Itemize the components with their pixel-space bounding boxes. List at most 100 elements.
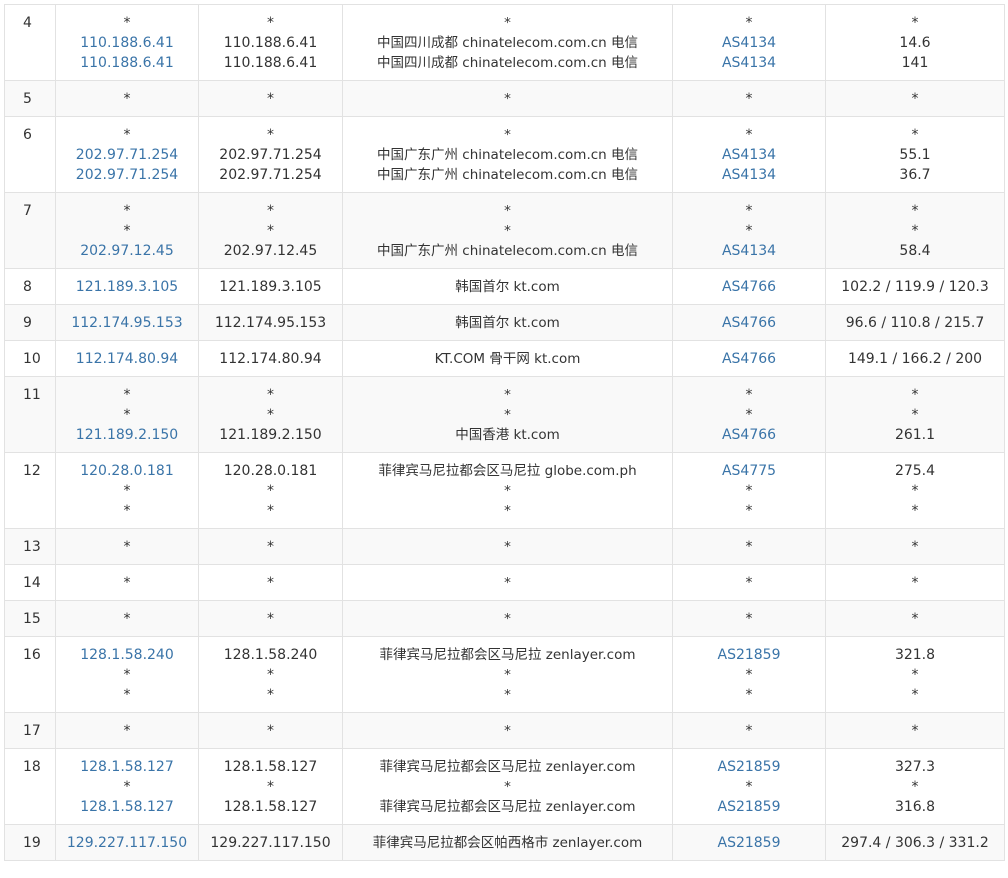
table-row: 6 * 202.97.71.254 202.97.71.254 * 202.97.71.2… (4, 116, 1005, 193)
timeout-marker: * (123, 667, 131, 683)
asn-cell: AS21859 * AS21859 (672, 748, 826, 825)
asn-link[interactable]: AS21859 (677, 757, 821, 777)
ip-link[interactable]: 121.189.2.150 (60, 425, 194, 445)
asn-cell: * AS4134 AS4134 (672, 4, 826, 81)
rtt-cell: * 55.1 36.7 (825, 116, 1005, 193)
hop-number: 4 (4, 4, 56, 81)
ip-link[interactable]: 110.188.6.41 (60, 33, 194, 53)
timeout-marker: * (123, 503, 131, 519)
ip-cell: * * 121.189.2.150 (55, 376, 199, 453)
ip-cell: * (55, 80, 199, 117)
asn-link[interactable]: AS4766 (677, 349, 821, 369)
asn-cell: * * AS4766 (672, 376, 826, 453)
timeout-marker: * (911, 387, 919, 403)
ip-cell: * (55, 564, 199, 601)
timeout-marker: * (504, 407, 511, 423)
asn-cell: AS21859 (672, 824, 826, 861)
rtt-text: 141 (901, 55, 929, 71)
ip-link[interactable]: 112.174.80.94 (60, 349, 194, 369)
asn-link[interactable]: AS4134 (677, 33, 821, 53)
host-cell: * (198, 564, 343, 601)
timeout-marker: * (911, 539, 919, 555)
timeout-marker: * (267, 667, 274, 683)
traceroute-table-body: 4 * 110.188.6.41 110.188.6.41 * 110.188.6.41 1… (4, 4, 1005, 861)
asn-link[interactable]: AS4134 (677, 241, 821, 261)
ip-link[interactable]: 110.188.6.41 (60, 53, 194, 73)
timeout-marker: * (911, 687, 919, 703)
hop-number: 19 (4, 824, 56, 861)
timeout-marker: * (123, 611, 131, 627)
timeout-marker: * (123, 575, 131, 591)
host-cell: 112.174.80.94 (198, 340, 343, 377)
asn-link[interactable]: AS21859 (677, 797, 821, 817)
geo-text: 中国香港 kt.com (455, 427, 560, 443)
rtt-text: 36.7 (899, 167, 931, 183)
rtt-cell: * (825, 600, 1005, 637)
timeout-marker: * (911, 407, 919, 423)
asn-link[interactable]: AS21859 (677, 645, 821, 665)
asn-link[interactable]: AS4766 (677, 313, 821, 333)
timeout-marker: * (911, 483, 919, 499)
geo-text: KT.COM 骨干网 kt.com (434, 351, 581, 367)
table-row: 12 120.28.0.181 * * 120.28.0.181 * * 菲律宾马尼拉都会区马… (4, 452, 1005, 529)
timeout-marker: * (745, 387, 753, 403)
ip-link[interactable]: 202.97.12.45 (60, 241, 194, 261)
asn-link[interactable]: AS4134 (677, 53, 821, 73)
ip-link[interactable]: 202.97.71.254 (60, 165, 194, 185)
asn-link[interactable]: AS4766 (677, 425, 821, 445)
asn-link[interactable]: AS21859 (677, 833, 821, 853)
ip-link[interactable]: 121.189.3.105 (60, 277, 194, 297)
geo-cell: 菲律宾马尼拉都会区马尼拉 zenlayer.com * * (342, 636, 673, 713)
rtt-cell: * * 58.4 (825, 192, 1005, 269)
timeout-marker: * (745, 483, 753, 499)
timeout-marker: * (911, 223, 919, 239)
host-text: 110.188.6.41 (223, 55, 318, 71)
geo-cell: * 中国广东广州 chinatelecom.com.cn 电信 中国广东广州 chi… (342, 116, 673, 193)
geo-text: 菲律宾马尼拉都会区马尼拉 globe.com.ph (378, 463, 637, 479)
host-cell: 128.1.58.240 * * (198, 636, 343, 713)
asn-link[interactable]: AS4134 (677, 165, 821, 185)
ip-link[interactable]: 120.28.0.181 (60, 461, 194, 481)
rtt-text: 321.8 (894, 647, 936, 663)
geo-cell: * (342, 712, 673, 749)
host-cell: * * 202.97.12.45 (198, 192, 343, 269)
rtt-text: 297.4 / 306.3 / 331.2 (841, 835, 989, 851)
timeout-marker: * (123, 539, 131, 555)
hop-number: 13 (4, 528, 56, 565)
host-text: 112.174.80.94 (219, 351, 322, 367)
asn-link[interactable]: AS4766 (677, 277, 821, 297)
timeout-marker: * (123, 687, 131, 703)
timeout-marker: * (123, 203, 131, 219)
timeout-marker: * (267, 91, 274, 107)
timeout-marker: * (123, 127, 131, 143)
ip-link[interactable]: 128.1.58.127 (60, 797, 194, 817)
host-text: 110.188.6.41 (223, 35, 318, 51)
asn-link[interactable]: AS4134 (677, 145, 821, 165)
timeout-marker: * (267, 503, 274, 519)
ip-cell: * (55, 600, 199, 637)
ip-link[interactable]: 128.1.58.240 (60, 645, 194, 665)
timeout-marker: * (267, 539, 274, 555)
timeout-marker: * (745, 723, 753, 739)
timeout-marker: * (745, 223, 753, 239)
asn-link[interactable]: AS4775 (677, 461, 821, 481)
timeout-marker: * (267, 407, 274, 423)
ip-link[interactable]: 112.174.95.153 (60, 313, 194, 333)
table-row: 10 112.174.80.94 112.174.80.94 KT.COM 骨干网 k… (4, 340, 1005, 377)
ip-link[interactable]: 128.1.58.127 (60, 757, 194, 777)
timeout-marker: * (267, 575, 274, 591)
timeout-marker: * (123, 483, 131, 499)
ip-link[interactable]: 129.227.117.150 (60, 833, 194, 853)
host-cell: 121.189.3.105 (198, 268, 343, 305)
rtt-cell: 96.6 / 110.8 / 215.7 (825, 304, 1005, 341)
rtt-cell: * 14.6 141 (825, 4, 1005, 81)
timeout-marker: * (123, 223, 131, 239)
timeout-marker: * (911, 667, 919, 683)
timeout-marker: * (745, 91, 753, 107)
ip-link[interactable]: 202.97.71.254 (60, 145, 194, 165)
table-row: 19 129.227.117.150 129.227.117.150 菲律宾马尼拉都会… (4, 824, 1005, 861)
timeout-marker: * (504, 611, 511, 627)
hop-number: 8 (4, 268, 56, 305)
geo-text: 菲律宾马尼拉都会区马尼拉 zenlayer.com (379, 759, 636, 775)
geo-cell: 韩国首尔 kt.com (342, 268, 673, 305)
